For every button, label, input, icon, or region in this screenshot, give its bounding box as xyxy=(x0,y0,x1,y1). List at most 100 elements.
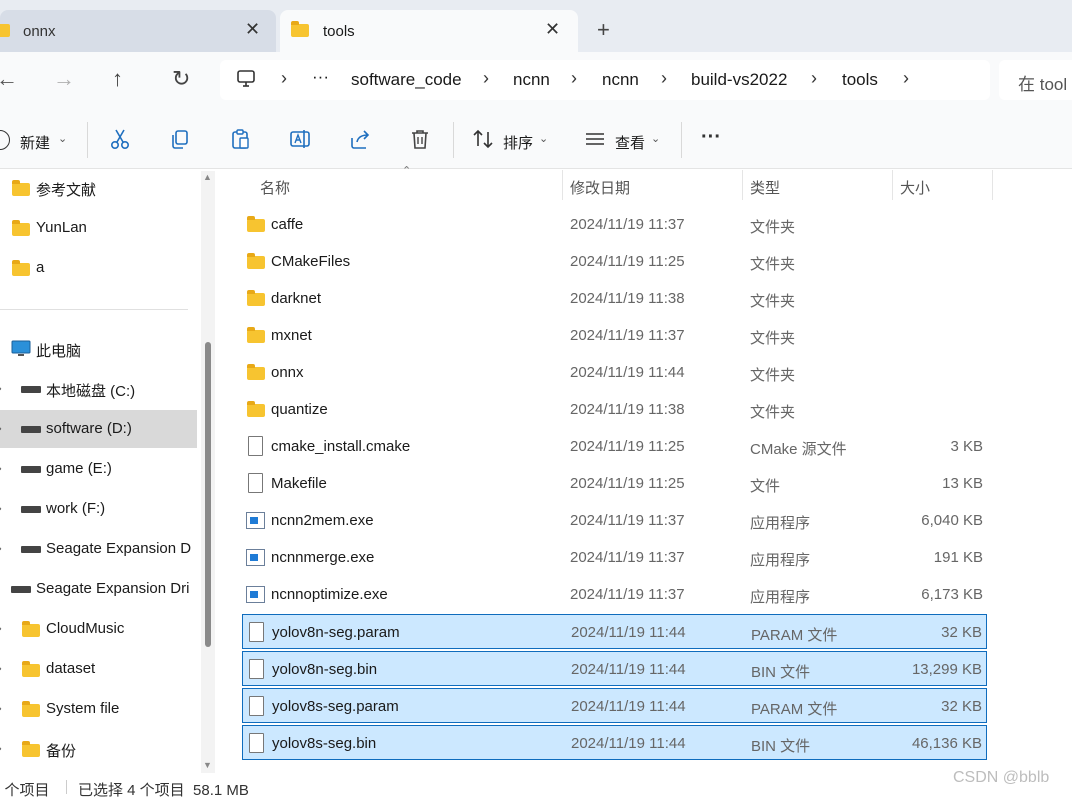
chevron-right-icon[interactable]: › xyxy=(661,68,667,89)
sidebar-item-system-file[interactable]: › System file xyxy=(0,690,197,728)
chevron-down-icon[interactable]: ⌄ xyxy=(539,132,548,145)
new-tab-icon[interactable]: + xyxy=(597,17,610,43)
column-header-size[interactable]: 大小 xyxy=(900,177,930,198)
chevron-down-icon[interactable]: ⌄ xyxy=(651,132,660,145)
scrollbar-thumb[interactable] xyxy=(205,342,211,647)
column-header-type[interactable]: 类型 xyxy=(750,177,780,198)
view-button-label[interactable]: 查看 xyxy=(615,132,645,153)
file-row[interactable]: ncnnoptimize.exe 2024/11/19 11:37 应用程序 6,17… xyxy=(242,577,987,612)
sidebar-item-drive-f[interactable]: › work (F:) xyxy=(0,490,197,528)
chevron-right-icon[interactable]: › xyxy=(0,743,2,755)
file-type: 文件夹 xyxy=(750,219,796,236)
tab-tools[interactable]: tools ✕ xyxy=(280,10,578,52)
breadcrumb-item[interactable]: ncnn xyxy=(602,70,639,90)
file-type: 文件夹 xyxy=(750,330,796,347)
column-divider[interactable] xyxy=(742,170,743,200)
breadcrumb-overflow[interactable]: ··· xyxy=(312,67,329,87)
file-row[interactable]: caffe 2024/11/19 11:37 文件夹 xyxy=(242,207,987,242)
document-icon xyxy=(249,733,264,753)
rename-icon[interactable] xyxy=(289,128,311,150)
file-row[interactable]: darknet 2024/11/19 11:38 文件夹 xyxy=(242,281,987,316)
file-row[interactable]: CMakeFiles 2024/11/19 11:25 文件夹 xyxy=(242,244,987,279)
breadcrumb-item[interactable]: software_code xyxy=(351,70,462,90)
chevron-right-icon[interactable]: › xyxy=(0,383,2,395)
file-row[interactable]: onnx 2024/11/19 11:44 文件夹 xyxy=(242,355,987,390)
file-size: 6,040 KB xyxy=(921,512,983,529)
sidebar-item-backup[interactable]: › 备份 xyxy=(0,730,197,768)
chevron-right-icon[interactable]: › xyxy=(811,68,817,89)
breadcrumb-item[interactable]: ncnn xyxy=(513,70,550,90)
sidebar-item-dataset[interactable]: › dataset xyxy=(0,650,197,688)
column-divider[interactable] xyxy=(992,170,993,200)
more-options-icon[interactable]: ··· xyxy=(701,126,721,149)
chevron-right-icon[interactable]: › xyxy=(903,68,909,89)
new-button-label[interactable]: 新建 xyxy=(20,132,50,153)
file-size: 32 KB xyxy=(941,698,982,715)
file-row[interactable]: quantize 2024/11/19 11:38 文件夹 xyxy=(242,392,987,427)
sidebar-item-seagate[interactable]: › Seagate Expansion D xyxy=(0,530,197,568)
file-row[interactable]: yolov8n-seg.bin 2024/11/19 11:44 BIN 文件 13,… xyxy=(242,651,987,686)
chevron-right-icon[interactable]: › xyxy=(0,703,2,715)
file-type: BIN 文件 xyxy=(751,664,811,681)
file-row[interactable]: ncnn2mem.exe 2024/11/19 11:37 应用程序 6,040 KB xyxy=(242,503,987,538)
sidebar-item-seagate-external[interactable]: Seagate Expansion Dri xyxy=(0,570,197,608)
sidebar-item-references[interactable]: 参考文献 xyxy=(0,169,197,207)
column-header-name[interactable]: 名称 xyxy=(260,177,290,198)
close-icon[interactable]: ✕ xyxy=(245,19,260,40)
file-row[interactable]: yolov8s-seg.bin 2024/11/19 11:44 BIN 文件 46,… xyxy=(242,725,987,760)
column-header-date[interactable]: 修改日期 xyxy=(570,177,630,198)
sidebar-item-this-pc[interactable]: 此电脑 xyxy=(0,330,197,368)
chevron-right-icon[interactable]: › xyxy=(0,423,2,435)
chevron-right-icon[interactable]: › xyxy=(0,543,2,555)
file-row[interactable]: yolov8s-seg.param 2024/11/19 11:44 PARAM 文… xyxy=(242,688,987,723)
drive-icon xyxy=(21,506,41,513)
scroll-down-icon[interactable]: ▼ xyxy=(203,760,212,770)
sort-button-label[interactable]: 排序 xyxy=(503,132,533,153)
file-row[interactable]: mxnet 2024/11/19 11:37 文件夹 xyxy=(242,318,987,353)
forward-icon[interactable]: → xyxy=(53,66,75,92)
chevron-right-icon[interactable]: › xyxy=(0,663,2,675)
chevron-down-icon[interactable]: ⌄ xyxy=(58,132,67,145)
file-row[interactable]: yolov8n-seg.param 2024/11/19 11:44 PARAM 文… xyxy=(242,614,987,649)
file-row[interactable]: ncnnmerge.exe 2024/11/19 11:37 应用程序 191 KB xyxy=(242,540,987,575)
column-divider[interactable] xyxy=(562,170,563,200)
file-row[interactable]: cmake_install.cmake 2024/11/19 11:25 CMake… xyxy=(242,429,987,464)
chevron-right-icon[interactable]: › xyxy=(571,68,577,89)
refresh-icon[interactable]: ↻ xyxy=(172,66,190,92)
sidebar-item-a[interactable]: a xyxy=(0,249,197,287)
application-icon xyxy=(246,512,265,529)
folder-icon xyxy=(0,24,10,37)
sidebar-item-yunlan[interactable]: YunLan xyxy=(0,209,197,247)
tab-label: tools xyxy=(323,23,355,40)
application-icon xyxy=(246,586,265,603)
sidebar-item-cloudmusic[interactable]: › CloudMusic xyxy=(0,610,197,648)
breadcrumb-item[interactable]: build-vs2022 xyxy=(691,70,787,90)
close-icon[interactable]: ✕ xyxy=(545,19,560,40)
tab-onnx[interactable]: onnx ✕ xyxy=(0,10,276,52)
chevron-right-icon[interactable]: › xyxy=(0,503,2,515)
paste-icon[interactable] xyxy=(229,128,251,150)
selection-summary: 已选择 4 个项目 58.1 MB xyxy=(78,782,249,799)
cut-icon[interactable] xyxy=(109,128,131,150)
sidebar-item-drive-e[interactable]: › game (E:) xyxy=(0,450,197,488)
scroll-up-icon[interactable]: ▲ xyxy=(203,172,212,182)
back-icon[interactable]: ← xyxy=(0,66,18,92)
sort-icon[interactable] xyxy=(472,128,494,150)
file-date: 2024/11/19 11:37 xyxy=(570,512,685,529)
column-divider[interactable] xyxy=(892,170,893,200)
chevron-right-icon[interactable]: › xyxy=(0,623,2,635)
sidebar-item-drive-d[interactable]: › software (D:) xyxy=(0,410,197,448)
file-size: 3 KB xyxy=(950,438,983,455)
chevron-right-icon[interactable]: › xyxy=(483,68,489,89)
share-icon[interactable] xyxy=(349,128,371,150)
file-row[interactable]: Makefile 2024/11/19 11:25 文件 13 KB xyxy=(242,466,987,501)
sidebar-item-drive-c[interactable]: › 本地磁盘 (C:) xyxy=(0,370,197,408)
up-icon[interactable]: ↑ xyxy=(112,66,123,92)
view-icon[interactable] xyxy=(584,128,606,150)
file-type: BIN 文件 xyxy=(751,738,811,755)
delete-icon[interactable] xyxy=(409,128,431,150)
copy-icon[interactable] xyxy=(169,128,191,150)
sidebar-item-label: CloudMusic xyxy=(46,620,125,637)
breadcrumb-item[interactable]: tools xyxy=(842,70,878,90)
chevron-right-icon[interactable]: › xyxy=(0,463,2,475)
